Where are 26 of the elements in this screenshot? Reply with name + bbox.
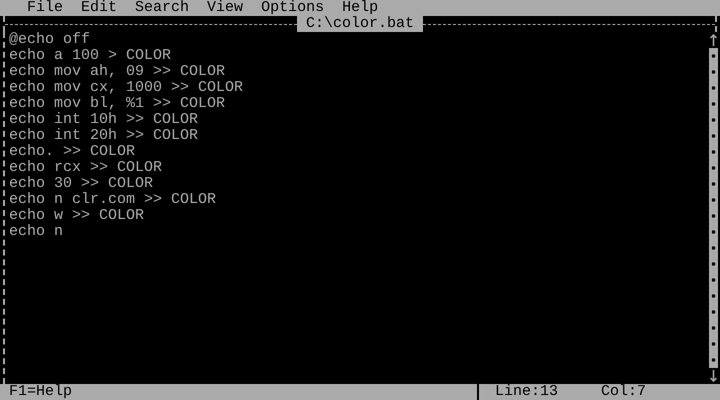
- menu-item[interactable]: View: [198, 0, 252, 16]
- code-line: echo mov cx, 1000 >> COLOR: [9, 80, 244, 96]
- document-title: C:\color.bat: [296, 16, 424, 32]
- menu-item[interactable]: Edit: [72, 0, 126, 16]
- code-line: echo a 100 > COLOR: [9, 48, 172, 64]
- help-hint: F1=Help: [9, 384, 74, 400]
- scrollbar-track[interactable]: [709, 48, 718, 368]
- code-line: echo. >> COLOR: [9, 144, 136, 160]
- code-line: echo n clr.com >> COLOR: [9, 192, 218, 208]
- menu-item[interactable]: Options: [252, 0, 334, 16]
- menu-item[interactable]: Search: [126, 0, 198, 16]
- code-line: echo n: [9, 224, 64, 240]
- menu-item[interactable]: Help: [333, 0, 388, 16]
- column-number: Col:7: [601, 384, 646, 400]
- line-number: Line:13: [495, 384, 560, 400]
- scroll-down-icon[interactable]: [709, 368, 718, 384]
- menu-item[interactable]: File: [18, 0, 72, 16]
- code-line: echo int 10h >> COLOR: [9, 112, 200, 128]
- code-line: echo int 20h >> COLOR: [9, 128, 200, 144]
- code-line: echo w >> COLOR: [9, 208, 146, 224]
- code-line: @echo off: [9, 32, 92, 48]
- scroll-up-icon[interactable]: [709, 32, 718, 48]
- code-line: echo mov bl, %1 >> COLOR: [9, 96, 226, 112]
- code-line: echo mov ah, 09 >> COLOR: [9, 64, 226, 80]
- code-line: echo rcx >> COLOR: [9, 160, 164, 176]
- code-line: echo 30 >> COLOR: [9, 176, 154, 192]
